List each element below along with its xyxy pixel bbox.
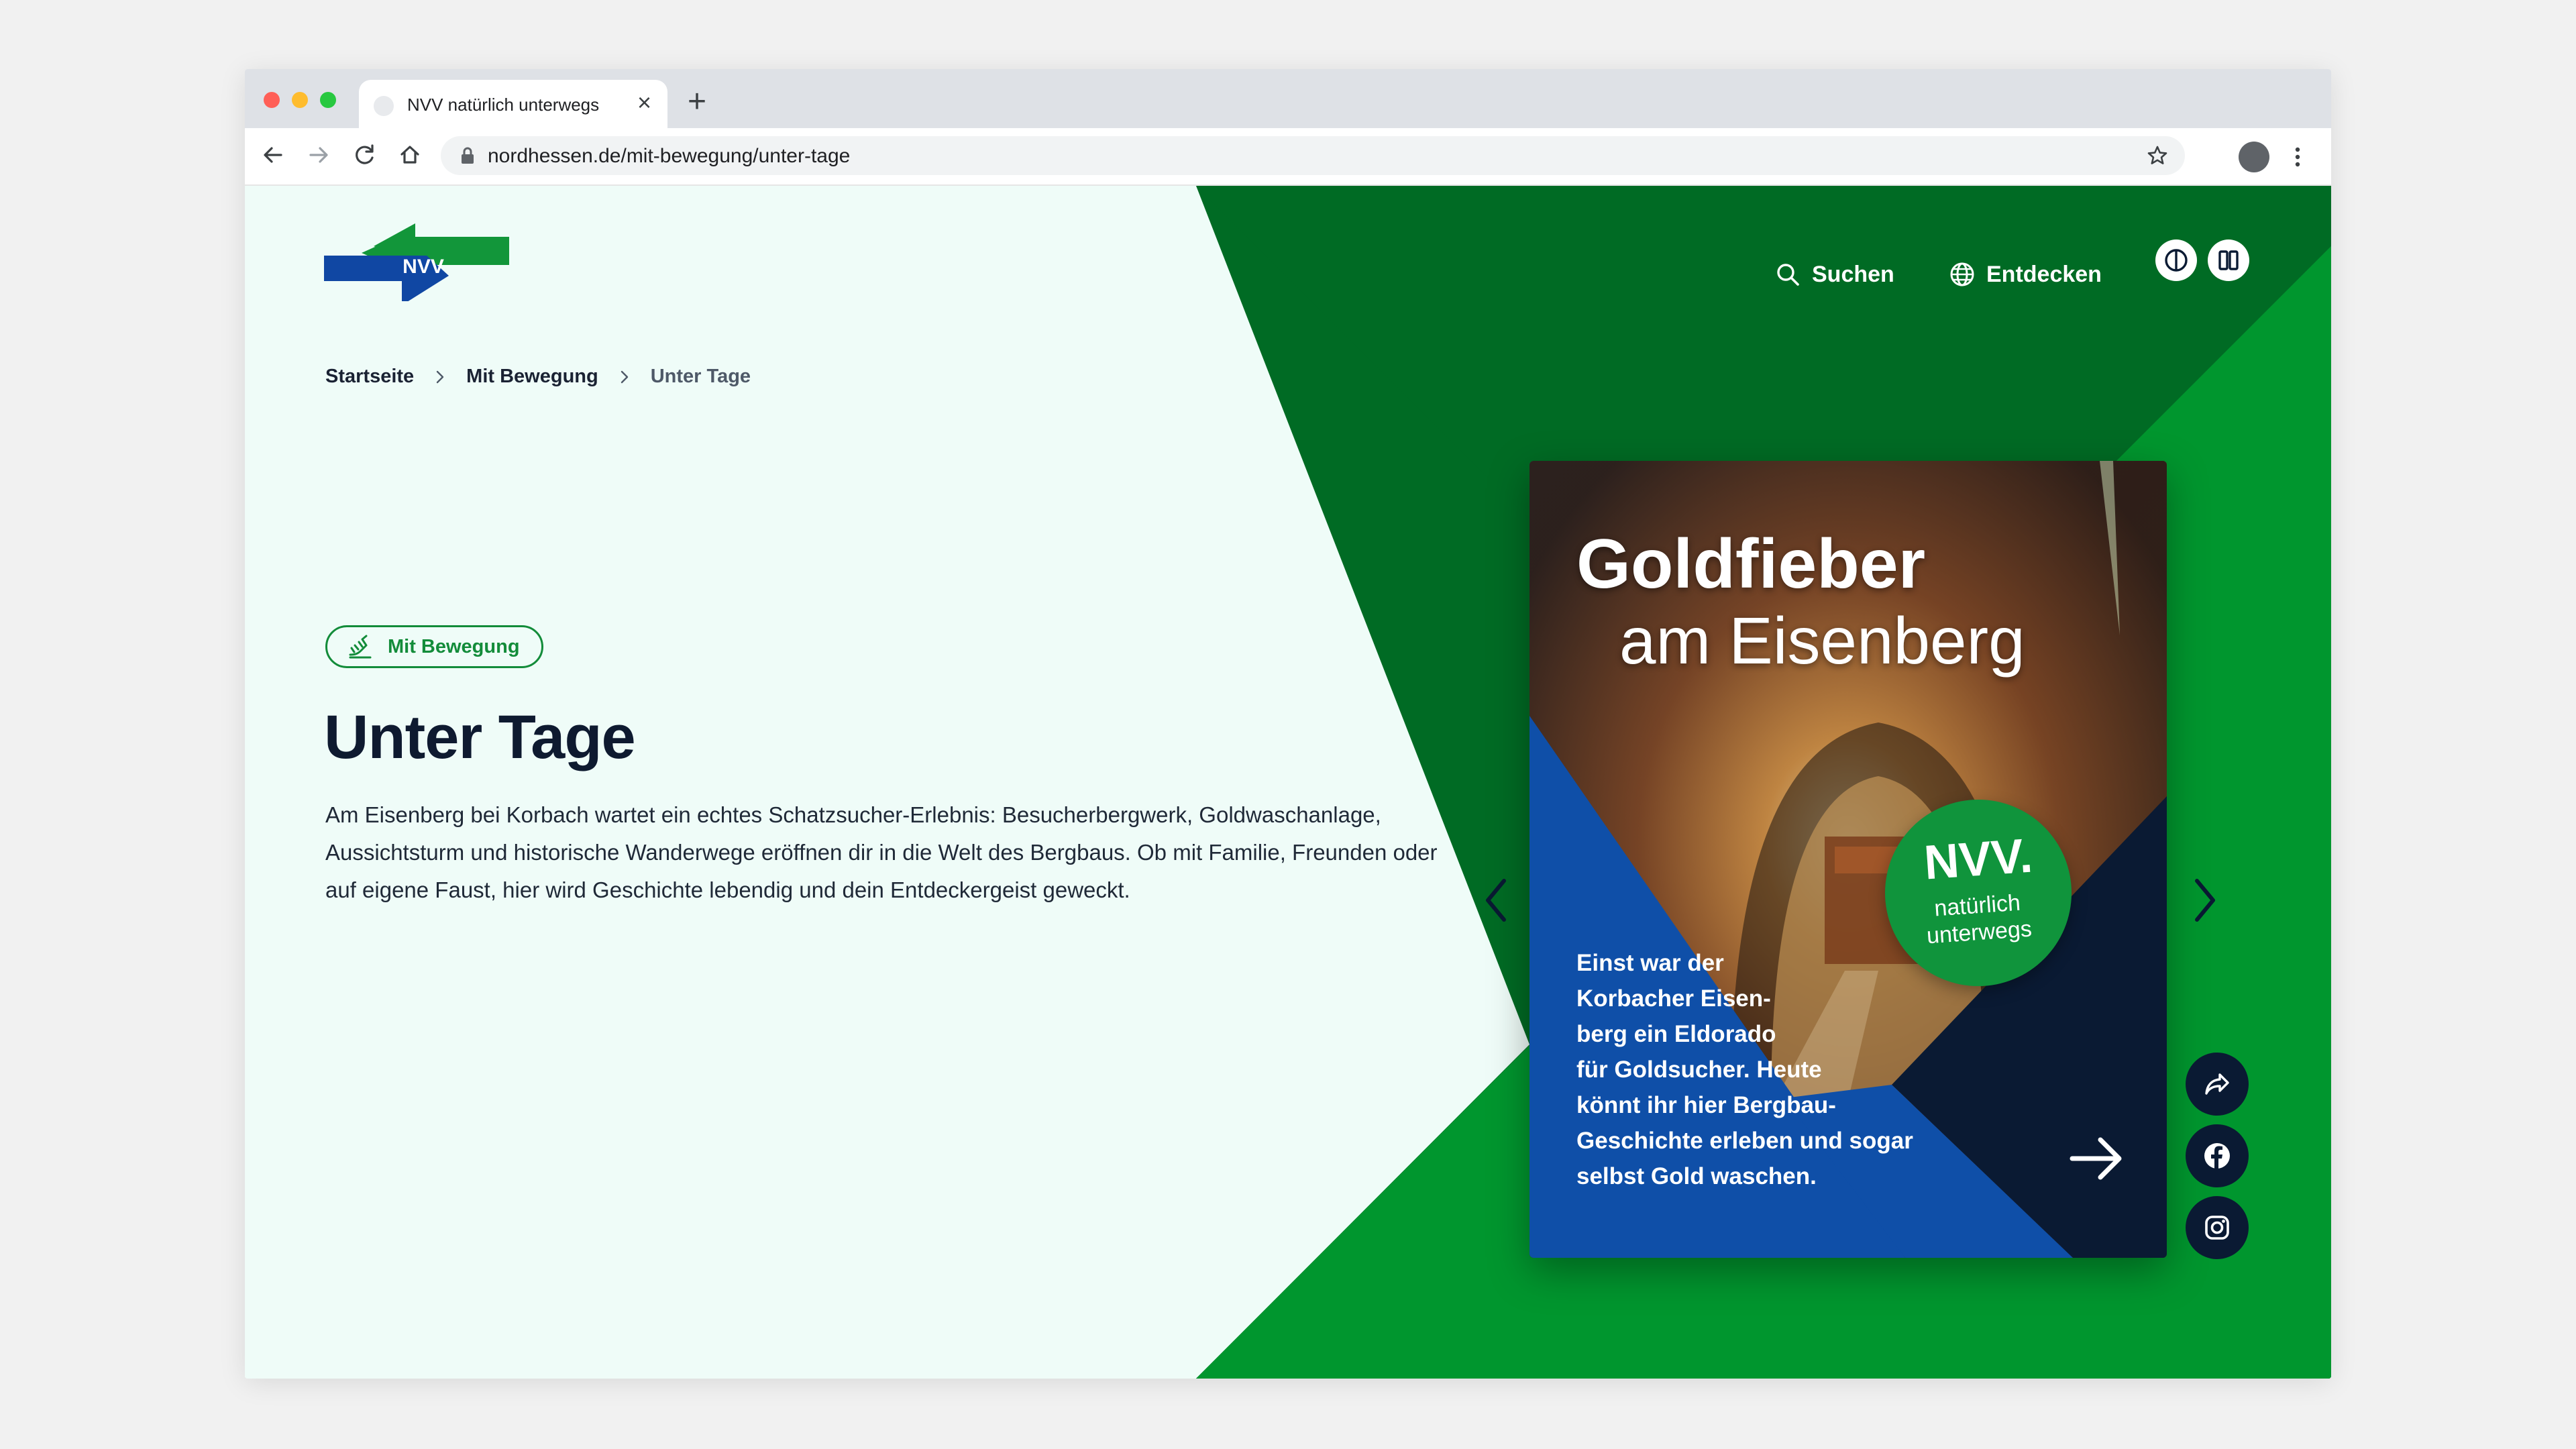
badge-title: NVV.: [1922, 828, 2035, 890]
breadcrumb-home[interactable]: Startseite: [325, 366, 414, 388]
address-bar[interactable]: nordhessen.de/mit-bewegung/unter-tage: [441, 136, 2185, 175]
search-nav-item[interactable]: Suchen: [1774, 256, 1894, 293]
browser-toolbar: nordhessen.de/mit-bewegung/unter-tage: [245, 128, 2331, 186]
search-label: Suchen: [1812, 261, 1894, 287]
carousel-prev-button[interactable]: [1469, 863, 1523, 937]
url-text: nordhessen.de/mit-bewegung/unter-tage: [488, 145, 851, 167]
forward-arrow-icon[interactable]: [301, 138, 336, 172]
breadcrumb-section[interactable]: Mit Bewegung: [466, 366, 598, 388]
profile-avatar[interactable]: [2239, 142, 2269, 172]
card-text-line: Einst war der: [1576, 950, 1724, 976]
bookmark-star-icon[interactable]: [2145, 143, 2170, 168]
card-text: Einst war der Korbacher Eisen- berg ein …: [1576, 945, 1939, 1194]
breadcrumb-current: Unter Tage: [650, 366, 751, 387]
tab-bar: NVV natürlich unterwegs × +: [245, 69, 2331, 128]
new-tab-icon[interactable]: +: [688, 85, 706, 119]
carousel-next-button[interactable]: [2178, 863, 2232, 937]
chevron-right-icon: [2195, 879, 2215, 922]
card-text-line: berg ein Eldorado: [1576, 1021, 1776, 1047]
intro-text: Am Eisenberg bei Korbach wartet ein echt…: [325, 802, 1438, 902]
chevron-right-icon: [621, 370, 628, 383]
category-pill[interactable]: Mit Bewegung: [325, 625, 543, 668]
discover-label: Entdecken: [1986, 261, 2102, 287]
web-page: NVV Suchen Entdecken Startseite Mit Bewe…: [245, 186, 2331, 1379]
instagram-button[interactable]: [2186, 1196, 2249, 1259]
page-title: Unter Tage: [324, 703, 636, 771]
share-button[interactable]: [2186, 1053, 2249, 1116]
card-text-line: für Goldsucher. Heute: [1576, 1057, 1822, 1083]
badge-subtitle: natürlich unterwegs: [1884, 885, 2074, 952]
teaser-card[interactable]: Goldfieber am Eisenberg NVV. natürlich u…: [1529, 461, 2167, 1258]
tab-close-icon[interactable]: ×: [637, 89, 651, 116]
book-icon: [2218, 250, 2239, 270]
instagram-icon: [2205, 1216, 2229, 1240]
nvv-logo[interactable]: NVV: [324, 221, 512, 301]
shoe-icon: [349, 635, 372, 659]
card-text-line: selbst Gold waschen.: [1576, 1163, 1817, 1189]
tab-title: NVV natürlich unterwegs: [407, 95, 600, 115]
globe-icon: [1950, 262, 1974, 286]
card-text-line: Korbacher Eisen-: [1576, 985, 1771, 1012]
browser-window: NVV natürlich unterwegs × + nordhessen.d…: [245, 69, 2331, 1379]
reading-mode-button[interactable]: [2208, 239, 2249, 281]
contrast-button[interactable]: [2155, 239, 2197, 281]
browser-menu-icon[interactable]: [2291, 140, 2304, 174]
category-label: Mit Bewegung: [388, 635, 520, 657]
back-arrow-icon[interactable]: [256, 138, 290, 172]
breadcrumb: Startseite Mit Bewegung Unter Tage: [325, 366, 751, 388]
card-headline: Goldfieber: [1576, 525, 1926, 603]
facebook-icon: [2204, 1143, 2230, 1169]
share-icon: [2205, 1073, 2229, 1095]
reload-icon[interactable]: [347, 138, 382, 172]
discover-nav-item[interactable]: Entdecken: [1949, 256, 2102, 293]
chevron-right-icon: [436, 370, 444, 383]
search-icon: [1777, 264, 1799, 286]
chevron-left-icon: [1486, 879, 1506, 922]
contrast-icon: [2165, 249, 2188, 272]
minimize-window-dot[interactable]: [292, 92, 308, 108]
card-text-line: Geschichte erleben und sogar: [1576, 1128, 1913, 1154]
close-window-dot[interactable]: [264, 92, 280, 108]
arrow-right-icon[interactable]: [2063, 1125, 2130, 1192]
lock-icon: [462, 147, 474, 164]
maximize-window-dot[interactable]: [320, 92, 336, 108]
logo-text: NVV: [402, 256, 444, 278]
facebook-button[interactable]: [2186, 1124, 2249, 1187]
browser-tab[interactable]: NVV natürlich unterwegs ×: [359, 80, 667, 128]
card-text-line: könnt ihr hier Bergbau-: [1576, 1092, 1836, 1118]
home-icon[interactable]: [392, 138, 427, 172]
card-subheadline: am Eisenberg: [1619, 604, 2025, 678]
favicon-icon: [374, 96, 394, 116]
